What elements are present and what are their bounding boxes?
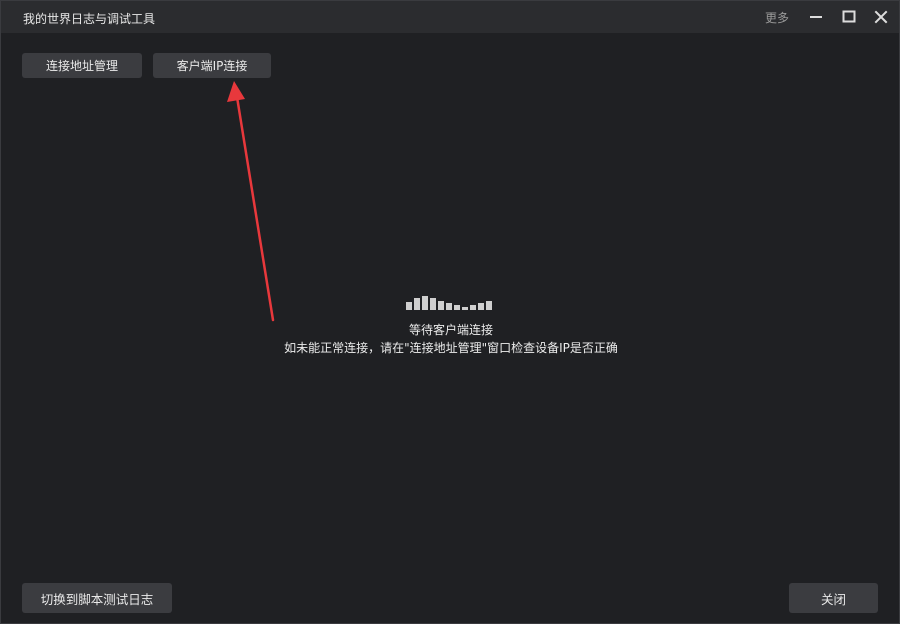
switch-to-script-log-button[interactable]: 切换到脚本测试日志 xyxy=(22,583,172,613)
window-title: 我的世界日志与调试工具 xyxy=(23,12,156,26)
more-menu-button[interactable]: 更多 xyxy=(765,9,789,26)
maximize-icon[interactable] xyxy=(839,7,859,27)
close-icon[interactable] xyxy=(871,7,891,27)
app-window: 我的世界日志与调试工具 更多 连接地址管理 客户端IP连接 等待客户端连接 如未… xyxy=(0,0,900,624)
address-management-button[interactable]: 连接地址管理 xyxy=(22,53,142,78)
minimize-icon[interactable] xyxy=(806,7,826,27)
title-bar: 我的世界日志与调试工具 更多 xyxy=(1,1,899,33)
connection-hint-text: 如未能正常连接，请在"连接地址管理"窗口检查设备IP是否正确 xyxy=(284,341,618,355)
client-ip-connect-button[interactable]: 客户端IP连接 xyxy=(153,53,271,78)
annotation-arrow xyxy=(227,81,275,322)
loading-bars-icon xyxy=(406,296,492,310)
close-button[interactable]: 关闭 xyxy=(789,583,878,613)
waiting-status-text: 等待客户端连接 xyxy=(408,323,493,337)
